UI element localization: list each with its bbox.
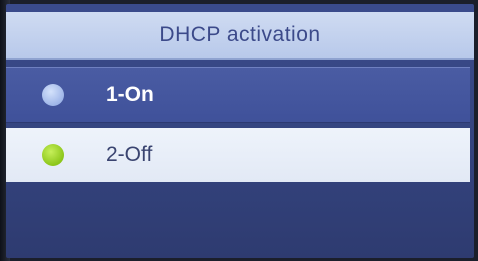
radio-dot-icon <box>42 84 64 106</box>
menu-item-label: 1-On <box>106 83 154 106</box>
menu-item-off[interactable]: 2-Off <box>6 128 470 182</box>
title-bar: DHCP activation <box>6 12 474 60</box>
radio-dot-icon <box>42 144 64 166</box>
menu-item-on[interactable]: 1-On <box>6 67 470 123</box>
device-screen: DHCP activation 1-On 2-Off <box>6 4 474 258</box>
menu-item-label: 2-Off <box>106 143 153 166</box>
page-title: DHCP activation <box>159 23 321 46</box>
